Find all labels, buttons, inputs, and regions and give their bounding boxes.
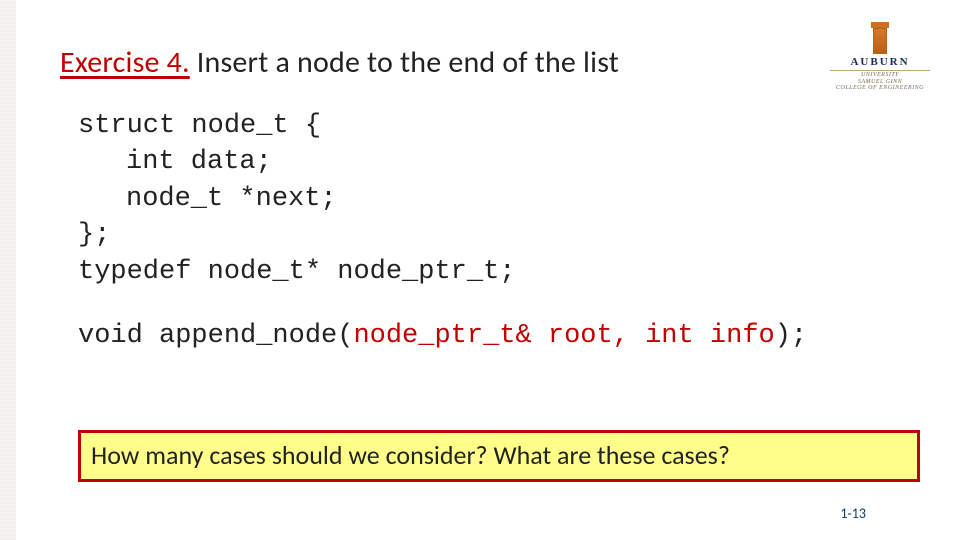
code-line-1: struct node_t {: [78, 111, 321, 141]
logo-rule: [830, 70, 930, 71]
decorative-side-stripe: [0, 0, 16, 540]
slide-title: Exercise 4. Insert a node to the end of …: [60, 44, 619, 81]
slide: Exercise 4. Insert a node to the end of …: [0, 0, 960, 540]
code-line-3: node_t *next;: [78, 181, 337, 217]
code-line-2: int data;: [78, 144, 272, 180]
logo-sub-college: COLLEGE OF ENGINEERING: [830, 85, 930, 92]
logo-sub-university: UNIVERSITY: [830, 72, 930, 79]
logo-wordmark: AUBURN: [830, 56, 930, 68]
code-line-6a: void append_node(: [78, 321, 353, 351]
tower-icon: [873, 28, 887, 54]
code-line-4: };: [78, 220, 110, 250]
code-line-5: typedef node_t* node_ptr_t;: [78, 257, 515, 287]
slide-body: struct node_t { int data; node_t *next; …: [78, 108, 900, 355]
page-number: 1-13: [840, 505, 866, 522]
callout-text: How many cases should we consider? What …: [91, 439, 730, 471]
title-rest: Insert a node to the end of the list: [190, 44, 619, 81]
auburn-logo: AUBURN UNIVERSITY SAMUEL GINN COLLEGE OF…: [830, 28, 930, 92]
code-block: struct node_t { int data; node_t *next; …: [78, 108, 900, 355]
logo-sub-ginn: SAMUEL GINN: [830, 79, 930, 86]
code-line-6b: node_ptr_t& root, int info: [353, 321, 774, 351]
code-line-6c: );: [775, 321, 807, 351]
exercise-label: Exercise 4.: [60, 44, 190, 81]
question-callout: How many cases should we consider? What …: [78, 430, 920, 482]
